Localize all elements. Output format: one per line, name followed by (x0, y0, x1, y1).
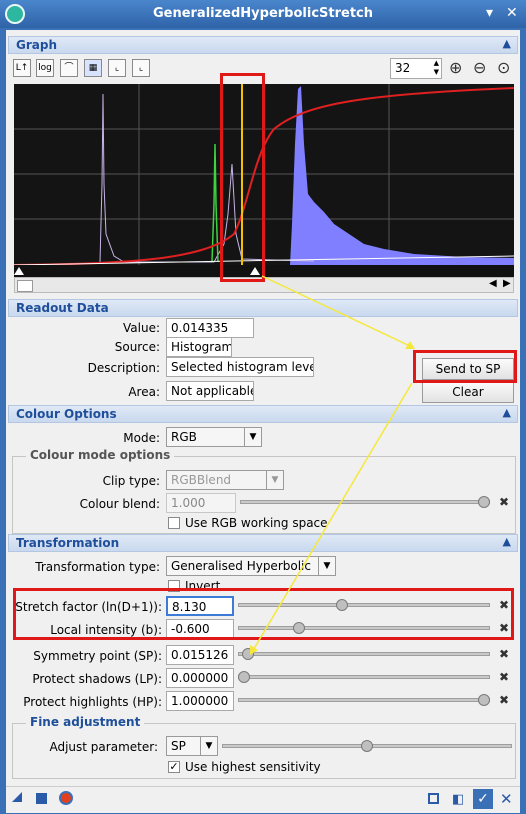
document-icon[interactable]: ◧ (452, 792, 464, 807)
footer-bar (6, 786, 520, 813)
browse-documentation-icon[interactable] (428, 793, 439, 804)
ok-check-icon[interactable]: ✓ (473, 789, 493, 809)
annotation-arrows (250, 275, 415, 655)
new-instance-icon[interactable] (12, 792, 22, 802)
reset-all-icon[interactable]: ✕ (500, 790, 513, 808)
apply-global-icon[interactable] (36, 793, 47, 804)
real-time-preview-icon[interactable] (59, 791, 73, 805)
